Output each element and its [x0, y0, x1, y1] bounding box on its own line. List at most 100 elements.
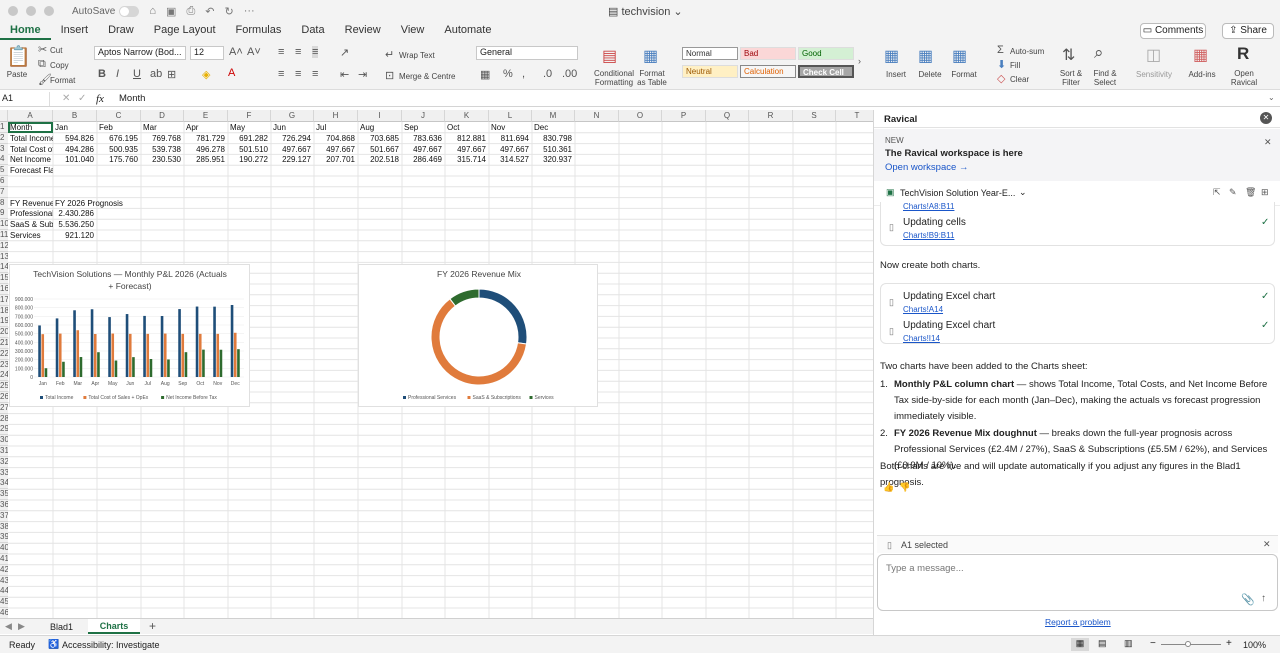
style-calculation[interactable]: Calculation [740, 65, 796, 78]
cell[interactable]: 497.667 [316, 144, 358, 155]
redo-icon[interactable]: ↻ [224, 5, 233, 18]
cell[interactable]: SaaS & Subsc [10, 219, 53, 230]
cell[interactable]: Aug [360, 122, 402, 133]
cell[interactable]: 497.667 [491, 144, 532, 155]
align-top-icon[interactable]: ≡ [278, 46, 284, 58]
bar-total-income-nov[interactable] [213, 306, 216, 377]
cell[interactable]: 781.729 [186, 133, 228, 144]
cell[interactable]: 497.667 [447, 144, 489, 155]
cell[interactable]: Sep [404, 122, 445, 133]
cell[interactable]: 286.469 [404, 154, 445, 165]
insert-cells-button[interactable]: Insert [880, 70, 912, 79]
row-header[interactable]: 16 [0, 284, 8, 295]
cell[interactable]: 497.667 [404, 144, 445, 155]
revenue-mix-chart[interactable]: FY 2026 Revenue Mix Professional Services… [358, 264, 598, 407]
bar-total-cost-of-sales-opex-nov[interactable] [216, 333, 220, 377]
bar-total-income-feb[interactable] [55, 318, 59, 377]
bar-net-income-before-tax-may[interactable] [114, 360, 118, 377]
edit-icon[interactable]: ✎ [1229, 187, 1237, 198]
bar-net-income-before-tax-sep[interactable] [184, 352, 188, 377]
thumbs-up-icon[interactable]: 👍 [883, 482, 894, 493]
cell[interactable]: 811.694 [491, 133, 532, 144]
cell[interactable]: Apr [186, 122, 228, 133]
fill-icon[interactable]: ⬇ [997, 58, 1006, 71]
cell[interactable]: Jan [55, 122, 97, 133]
cell[interactable]: Professional [10, 208, 53, 219]
cell[interactable]: 315.714 [447, 154, 489, 165]
row-header[interactable]: 42 [0, 564, 8, 576]
eraser-icon[interactable]: ◇ [997, 72, 1005, 85]
normal-view-icon[interactable]: ▦ [1071, 638, 1089, 651]
column-header[interactable]: I [358, 110, 402, 122]
bar-total-income-aug[interactable] [160, 316, 164, 377]
column-header[interactable]: P [662, 110, 706, 122]
row-header[interactable]: 19 [0, 316, 8, 328]
cell[interactable]: May [230, 122, 271, 133]
document-title[interactable]: ▤ techvision ⌄ [608, 5, 683, 18]
zoom-in-icon[interactable]: + [1226, 638, 1232, 649]
copy-button[interactable]: Copy [50, 61, 69, 70]
bar-net-income-before-tax-apr[interactable] [97, 352, 100, 377]
bar-total-cost-of-sales-opex-jan[interactable] [41, 334, 45, 377]
zoom-slider-thumb[interactable] [1185, 641, 1191, 647]
cell[interactable]: 230.530 [143, 154, 184, 165]
bar-total-cost-of-sales-opex-jul[interactable] [146, 333, 150, 377]
bold-icon[interactable]: B [98, 68, 106, 80]
cell[interactable]: Nov [491, 122, 532, 133]
increase-decimal-icon[interactable]: .0 [543, 68, 552, 80]
cell[interactable]: 703.685 [360, 133, 402, 144]
open-workspace-link[interactable]: Open workspace → [885, 162, 968, 173]
open-external-icon[interactable]: ⇱ [1213, 187, 1221, 198]
row-header[interactable]: 41 [0, 554, 8, 565]
bar-total-cost-of-sales-opex-jun[interactable] [128, 333, 132, 377]
bar-net-income-before-tax-mar[interactable] [79, 357, 83, 377]
tab-home[interactable]: Home [0, 22, 51, 40]
row-header[interactable]: 45 [0, 597, 8, 609]
row-header[interactable]: 38 [0, 521, 8, 533]
grid-view-icon[interactable]: ⊞ [1261, 187, 1269, 198]
row-header[interactable]: 11 [0, 230, 8, 241]
tab-draw[interactable]: Draw [98, 22, 144, 40]
tab-view[interactable]: View [391, 22, 435, 40]
function-icon[interactable]: fx [96, 93, 104, 105]
cell[interactable]: 494.286 [55, 144, 97, 155]
decrease-indent-icon[interactable]: ⇤ [340, 68, 349, 81]
conditional-formatting-icon[interactable]: ▤ [602, 46, 617, 66]
tab-insert[interactable]: Insert [51, 22, 99, 40]
column-header[interactable]: Q [706, 110, 749, 122]
panel-close-icon[interactable]: ✕ [1260, 112, 1272, 124]
maximize-window-button[interactable] [44, 6, 54, 16]
wrap-text-button[interactable]: Wrap Text [399, 51, 435, 60]
bar-total-cost-of-sales-opex-mar[interactable] [76, 330, 80, 377]
cell[interactable]: 921.120 [55, 230, 97, 241]
cell[interactable]: 769.768 [143, 133, 184, 144]
report-problem-link[interactable]: Report a problem [1045, 617, 1111, 627]
cell[interactable]: Net Income B [10, 154, 53, 165]
cell[interactable]: 5.536.250 [55, 219, 97, 230]
bar-total-cost-of-sales-opex-may[interactable] [111, 333, 115, 377]
cell[interactable]: 101.040 [55, 154, 97, 165]
slice-services[interactable] [449, 288, 480, 307]
paste-label[interactable]: Paste [4, 70, 30, 79]
row-header[interactable]: 5 [0, 165, 8, 177]
cell[interactable]: Feb [99, 122, 141, 133]
italic-icon[interactable]: I [116, 68, 119, 80]
cell[interactable]: 594.826 [55, 133, 97, 144]
bar-net-income-before-tax-feb[interactable] [62, 361, 65, 377]
page-layout-view-icon[interactable]: ▤ [1098, 638, 1107, 649]
previous-range-link[interactable]: Charts!A8:B11 [903, 202, 954, 211]
sheet-tab-blad1[interactable]: Blad1 [50, 622, 73, 632]
bar-total-cost-of-sales-opex-dec[interactable] [233, 332, 237, 377]
row-header[interactable]: 10 [0, 219, 8, 231]
row-header[interactable]: 18 [0, 305, 8, 317]
row-header[interactable]: 35 [0, 489, 8, 501]
next-sheet-icon[interactable]: ▶ [18, 621, 25, 632]
thumbs-down-icon[interactable]: 👎 [899, 482, 910, 493]
bar-net-income-before-tax-oct[interactable] [202, 349, 205, 377]
send-icon[interactable]: ↑ [1261, 593, 1266, 604]
cell[interactable]: 691.282 [230, 133, 271, 144]
cell[interactable]: 500.935 [99, 144, 141, 155]
row-header[interactable]: 23 [0, 359, 8, 371]
row-header[interactable]: 33 [0, 467, 8, 479]
style-good[interactable]: Good [798, 47, 854, 60]
